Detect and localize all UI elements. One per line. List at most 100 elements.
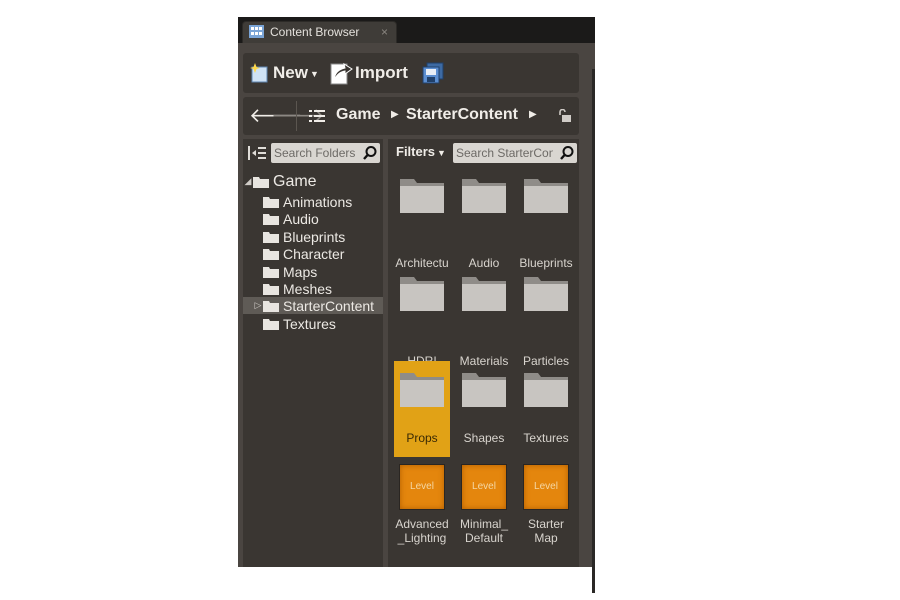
folder-tile-architecture[interactable]: Architectu — [394, 167, 450, 270]
search-icon[interactable] — [559, 145, 575, 161]
level-label: Minimal_ Default — [459, 517, 508, 545]
folder-icon — [462, 373, 506, 407]
tree-item-label: Audio — [283, 210, 319, 227]
expanded-triangle-icon[interactable]: ◢ — [243, 176, 253, 187]
content-browser-icon — [249, 25, 264, 38]
level-tile-minimal-default[interactable]: Level Minimal_ Default — [456, 459, 512, 559]
breadcrumb-game[interactable]: Game — [336, 106, 380, 124]
import-button[interactable]: Import — [329, 59, 408, 87]
level-label: Advanced _Lighting — [395, 517, 449, 545]
folder-tile-props[interactable]: Props — [394, 361, 450, 457]
save-icon — [422, 62, 444, 84]
folder-icon — [400, 373, 444, 407]
tree-item-label: Blueprints — [283, 228, 346, 245]
folder-icon — [253, 176, 269, 188]
folder-icon — [462, 179, 506, 213]
breadcrumb-startercontent[interactable]: StarterContent — [406, 106, 518, 124]
folder-icon — [400, 277, 444, 311]
tree-root-game[interactable]: ◢ Game — [243, 173, 383, 190]
folder-icon — [263, 213, 279, 225]
level-badge: Level — [534, 481, 558, 492]
folder-label: Textures — [523, 431, 569, 445]
new-asset-icon — [250, 63, 268, 83]
search-assets-input[interactable] — [456, 145, 553, 161]
scrollbar[interactable] — [592, 69, 595, 593]
level-tile-advanced-lighting[interactable]: Level Advanced _Lighting — [394, 459, 450, 559]
folder-icon — [400, 179, 444, 213]
breadcrumb-separator-icon[interactable]: ▶ — [391, 109, 399, 120]
level-tile-starter-map[interactable]: Level Starter Map — [518, 459, 574, 559]
path-bar: 🡐 🡒 Game ▶ StarterContent ▶ — [243, 97, 579, 135]
folder-icon — [263, 196, 279, 208]
folder-tile-blueprints[interactable]: Blueprints — [518, 167, 574, 270]
content-browser-window: Content Browser × New ▼ Import 🡐 🡒 Game … — [238, 17, 595, 593]
unlock-icon[interactable] — [558, 109, 572, 123]
tree-item-audio[interactable]: Audio — [243, 210, 383, 227]
collapse-tree-icon[interactable] — [248, 145, 266, 161]
close-icon[interactable]: × — [381, 25, 388, 39]
tree-item-label: Meshes — [283, 280, 333, 297]
folder-icon — [263, 266, 279, 278]
tab-title: Content Browser — [270, 25, 360, 39]
new-button[interactable]: New ▼ — [249, 59, 319, 87]
folder-label: Shapes — [463, 431, 505, 445]
tab-strip: Content Browser × — [238, 17, 595, 43]
folder-icon — [524, 373, 568, 407]
folder-tree-panel: ◢ Game Animations Audio Blueprints Chara… — [243, 139, 383, 567]
search-folders-input[interactable] — [274, 145, 360, 161]
folder-tile-hdri[interactable]: HDRI — [394, 265, 450, 368]
level-badge: Level — [410, 481, 434, 492]
level-thumbnail: Level — [399, 464, 445, 510]
import-label: Import — [355, 63, 408, 82]
folder-icon — [263, 318, 279, 330]
folder-icon — [524, 179, 568, 213]
tree-item-blueprints[interactable]: Blueprints — [243, 228, 383, 245]
tree-item-startercontent[interactable]: ▷ StarterContent — [243, 297, 383, 314]
search-folders-field[interactable] — [271, 143, 380, 163]
folder-tile-materials[interactable]: Materials — [456, 265, 512, 368]
folder-icon — [263, 248, 279, 260]
filters-button[interactable]: Filters ▼ — [396, 144, 446, 159]
save-all-button[interactable] — [421, 59, 445, 87]
folder-tile-audio[interactable]: Audio — [456, 167, 512, 270]
tree-item-animations[interactable]: Animations — [243, 193, 383, 210]
new-label: New — [273, 63, 308, 82]
tree-item-label: Maps — [283, 263, 318, 280]
tree-item-label: Textures — [283, 315, 336, 332]
folder-icon — [462, 277, 506, 311]
browser-body: New ▼ Import 🡐 🡒 Game ▶ StarterContent ▶… — [238, 43, 595, 593]
breadcrumb-separator-icon[interactable]: ▶ — [529, 109, 537, 120]
tree-item-textures[interactable]: Textures — [243, 315, 383, 332]
folder-tile-shapes[interactable]: Shapes — [456, 361, 512, 457]
tree-item-character[interactable]: Character — [243, 245, 383, 262]
filters-label: Filters — [396, 144, 436, 159]
divider — [296, 101, 297, 131]
tree-item-label: Animations — [283, 193, 353, 210]
folder-label: Props — [406, 431, 438, 445]
tree-item-meshes[interactable]: Meshes — [243, 280, 383, 297]
level-thumbnail: Level — [461, 464, 507, 510]
level-thumbnail: Level — [523, 464, 569, 510]
tree-item-label: StarterContent — [283, 297, 375, 314]
tree-item-maps[interactable]: Maps — [243, 263, 383, 280]
import-icon — [330, 62, 353, 85]
tree-root-label: Game — [273, 172, 317, 190]
tab-content-browser[interactable]: Content Browser × — [242, 21, 397, 43]
folder-icon — [524, 277, 568, 311]
folder-tile-textures[interactable]: Textures — [518, 361, 574, 457]
search-assets-field[interactable] — [453, 143, 577, 163]
chevron-down-icon: ▼ — [309, 69, 319, 79]
search-icon[interactable] — [362, 145, 378, 161]
level-badge: Level — [472, 481, 496, 492]
asset-grid-panel: Filters▼ Architectu Audio — [388, 139, 579, 567]
collapsed-triangle-icon[interactable]: ▷ — [253, 300, 263, 311]
folder-icon — [263, 283, 279, 295]
toolbar: New ▼ Import — [243, 53, 579, 93]
level-label: Starter Map — [527, 517, 564, 545]
folder-tile-particles[interactable]: Particles — [518, 265, 574, 368]
chevron-down-icon: ▼ — [437, 148, 446, 158]
folder-icon — [263, 231, 279, 243]
folder-icon — [263, 300, 279, 312]
list-icon[interactable] — [309, 109, 325, 123]
tree-item-label: Character — [283, 245, 345, 262]
